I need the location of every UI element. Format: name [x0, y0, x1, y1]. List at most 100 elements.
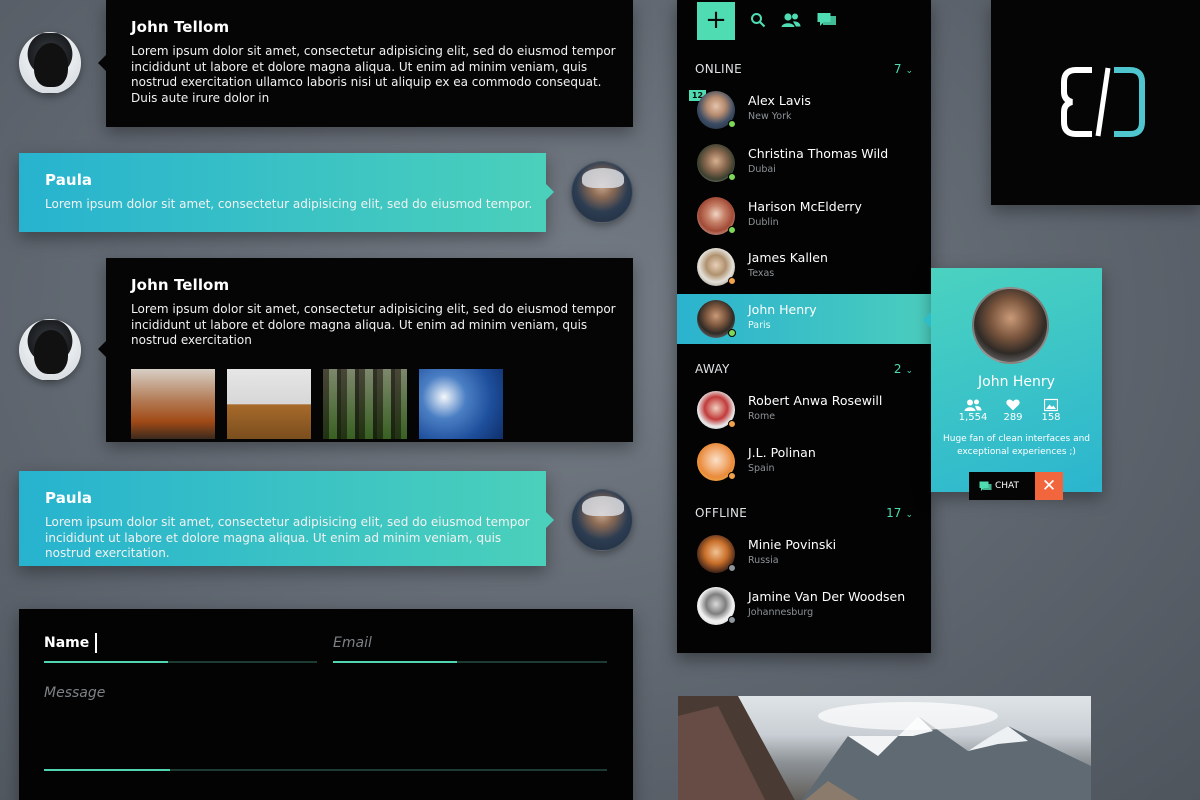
message-text: Lorem ipsum dolor sit amet, consectetur …: [131, 302, 616, 347]
search-icon[interactable]: [750, 12, 766, 28]
section-offline-title: OFFLINE: [695, 506, 748, 520]
contact-name: Robert Anwa Rosewill: [748, 393, 883, 408]
contact-location: Rome: [748, 411, 776, 422]
contact-name: Alex Lavis: [748, 93, 811, 108]
message-author: Paula: [45, 489, 93, 507]
contact-item[interactable]: Christina Thomas Wild Dubai: [677, 138, 931, 188]
avatar-paula[interactable]: [571, 161, 633, 223]
landscape-photo: [678, 696, 1091, 800]
profile-bio: Huge fan of clean interfaces and excepti…: [942, 434, 1091, 457]
message-text: Lorem ipsum dolor sit amet, consectetur …: [45, 515, 530, 560]
chevron-down-icon: ⌄: [905, 510, 913, 520]
heart-icon: [1006, 399, 1020, 411]
status-online-dot: [728, 226, 736, 234]
contacts-toolbar: +: [677, 0, 931, 42]
email-field[interactable]: Email: [333, 635, 372, 651]
profile-avatar: [972, 287, 1049, 364]
avatar-john-tellom[interactable]: [19, 319, 81, 381]
section-online-count[interactable]: 7 ⌄: [894, 62, 913, 76]
photos-stat: 158: [1031, 398, 1071, 423]
contacts-icon[interactable]: [781, 12, 801, 28]
attachment-thumbnail-sunset[interactable]: [131, 368, 215, 439]
followers-icon: [964, 399, 982, 411]
chat-icon[interactable]: [817, 12, 837, 28]
message-bubble: Paula Lorem ipsum dolor sit amet, consec…: [19, 153, 554, 232]
name-field-underline[interactable]: [44, 661, 317, 663]
contact-location: Russia: [748, 555, 779, 566]
text-cursor: [95, 633, 97, 653]
message-bubble: John Tellom Lorem ipsum dolor sit amet, …: [98, 258, 633, 442]
contact-name: Jamine Van Der Woodsen: [748, 589, 906, 604]
contact-name: Minie Povinski: [748, 537, 837, 552]
contact-item[interactable]: James Kallen Texas: [677, 242, 931, 292]
contact-location: Paris: [748, 320, 771, 331]
likes-count: 289: [1003, 412, 1023, 423]
bubble-pointer: [98, 55, 106, 71]
bubble-pointer: [98, 341, 106, 357]
message-bubble: Paula Lorem ipsum dolor sit amet, consec…: [19, 471, 554, 566]
profile-card: John Henry 1,554 289 158 Huge fan of cle…: [923, 268, 1102, 492]
message-bubble: John Tellom Lorem ipsum dolor sit amet, …: [98, 0, 633, 127]
section-offline-count[interactable]: 17 ⌄: [886, 506, 913, 520]
avatar-paula[interactable]: [571, 489, 633, 551]
attachment-thumbnail-ocean[interactable]: [419, 368, 503, 439]
contact-name: Christina Thomas Wild: [748, 146, 889, 161]
photos-count: 158: [1041, 412, 1061, 423]
followers-count: 1,554: [958, 412, 988, 423]
contact-item[interactable]: Robert Anwa Rosewill Rome: [677, 385, 931, 435]
close-button[interactable]: ✕: [1035, 472, 1063, 500]
chevron-down-icon: ⌄: [905, 366, 913, 376]
status-offline-dot: [728, 564, 736, 572]
status-online-dot: [728, 120, 736, 128]
attachment-gallery: [131, 368, 633, 439]
image-icon: [1044, 398, 1058, 412]
message-author: John Tellom: [131, 276, 230, 294]
message-text: Lorem ipsum dolor sit amet, consectetur …: [131, 44, 616, 105]
contact-location: Dubai: [748, 164, 776, 175]
profile-name: John Henry: [978, 374, 1055, 390]
contact-name: John Henry: [748, 302, 817, 317]
contact-item[interactable]: Alex Lavis New York: [677, 85, 931, 135]
logo-tile: [991, 0, 1200, 205]
mountain-illustration: [678, 696, 1091, 800]
status-away-dot: [728, 472, 736, 480]
followers-stat: 1,554: [953, 398, 993, 423]
bubble-pointer: [546, 184, 554, 200]
email-field-underline[interactable]: [333, 661, 607, 663]
contact-item[interactable]: Jamine Van Der Woodsen Johannesburg: [677, 581, 931, 631]
card-pointer: [923, 312, 931, 328]
message-text: Lorem ipsum dolor sit amet, consectetur …: [45, 197, 533, 211]
contact-name: J.L. Polinan: [748, 445, 816, 460]
chat-button[interactable]: CHAT: [969, 472, 1035, 500]
attachment-thumbnail-forest[interactable]: [323, 368, 407, 439]
contact-form: Name Email Message: [19, 609, 633, 800]
status-online-dot: [728, 173, 736, 181]
chat-icon: [979, 481, 992, 491]
contact-name: James Kallen: [748, 250, 828, 265]
message-field[interactable]: Message: [44, 685, 105, 701]
contact-location: New York: [748, 111, 792, 122]
contact-item[interactable]: Harison McElderry Dublin: [677, 191, 931, 241]
chevron-down-icon: ⌄: [905, 66, 913, 76]
status-online-dot: [728, 329, 736, 337]
likes-stat: 289: [993, 398, 1033, 423]
chat-button-label: CHAT: [995, 481, 1020, 491]
section-away-count[interactable]: 2 ⌄: [894, 362, 913, 376]
message-field-underline[interactable]: [44, 769, 607, 771]
name-field-label[interactable]: Name: [44, 635, 89, 651]
contact-item-selected[interactable]: John Henry Paris: [677, 294, 931, 344]
bubble-pointer: [546, 512, 554, 528]
add-contact-button[interactable]: +: [697, 2, 735, 40]
contact-item[interactable]: Minie Povinski Russia: [677, 529, 931, 579]
status-away-dot: [728, 420, 736, 428]
contact-location: Dublin: [748, 217, 779, 228]
section-away-title: AWAY: [695, 362, 730, 376]
message-author: John Tellom: [131, 18, 230, 36]
status-offline-dot: [728, 616, 736, 624]
contact-item[interactable]: J.L. Polinan Spain: [677, 437, 931, 487]
contact-location: Spain: [748, 463, 775, 474]
attachment-thumbnail-hiker[interactable]: [227, 368, 311, 439]
avatar-john-tellom[interactable]: [19, 32, 81, 94]
contact-location: Texas: [748, 268, 775, 279]
contact-name: Harison McElderry: [748, 199, 862, 214]
